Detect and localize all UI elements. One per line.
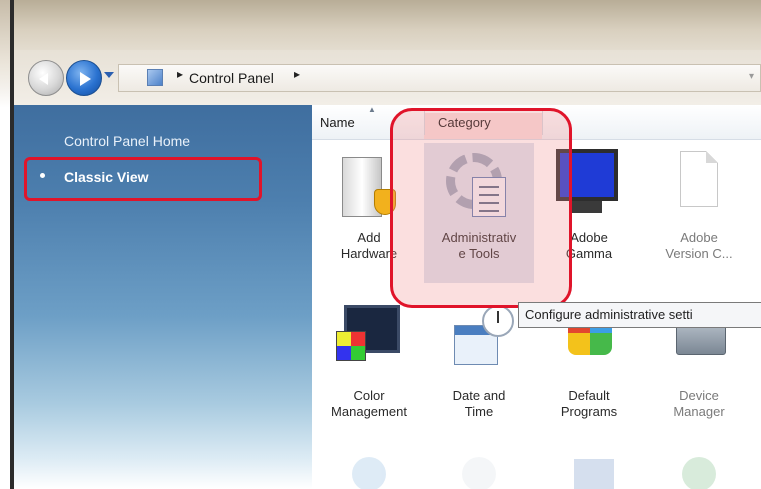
item-label: Adobe Version C... [665,230,733,261]
item-color-management[interactable]: Color Management [314,301,424,441]
item-label: Default Programs [560,388,618,419]
partial-item-icon [682,457,716,489]
chevron-down-icon[interactable]: ▾ [749,71,754,82]
classic-view-link[interactable]: Classic View [24,157,262,201]
column-header-name[interactable]: Name [320,115,355,130]
color-cube-icon [336,331,366,361]
item-label: Date and Time [452,388,506,419]
adobe-version-cue-icon [680,151,718,207]
monitor-stand [572,201,602,213]
back-button[interactable] [28,60,64,96]
address-bar[interactable]: ▸ Control Panel ▸ ▾ [118,64,761,92]
partial-item-icon [352,457,386,489]
item-label: Device Manager [673,388,725,419]
navigation-bar: ▸ Control Panel ▸ ▾ [14,50,761,105]
control-panel-home-link[interactable]: Control Panel Home [64,133,190,149]
highlight-box [390,108,572,308]
recent-pages-dropdown-icon[interactable] [104,72,114,78]
sidebar: Control Panel Home Classic View [14,105,312,489]
tooltip: Configure administrative setti [518,302,761,328]
control-panel-window: ▸ Control Panel ▸ ▾ Control Panel Home C… [0,0,761,489]
partial-item-icon [462,457,496,489]
sort-arrow-icon: ▲ [368,105,376,114]
breadcrumb-separator-icon[interactable]: ▸ [294,67,300,81]
highlight-box [24,157,262,201]
control-panel-icon [147,69,163,86]
title-bar [14,0,761,50]
breadcrumb-control-panel[interactable]: Control Panel [189,70,274,86]
breadcrumb-separator-icon[interactable]: ▸ [177,67,183,81]
forward-button[interactable] [66,60,102,96]
clock-icon [482,305,514,337]
partial-item-icon [574,459,614,489]
next-row-partial [312,451,761,489]
item-label: Color Management [331,388,407,419]
item-adobe-version-cue[interactable]: Adobe Version C... [644,143,754,283]
items-view: ▲ Name Category Add Hardware Administrati… [312,105,761,489]
